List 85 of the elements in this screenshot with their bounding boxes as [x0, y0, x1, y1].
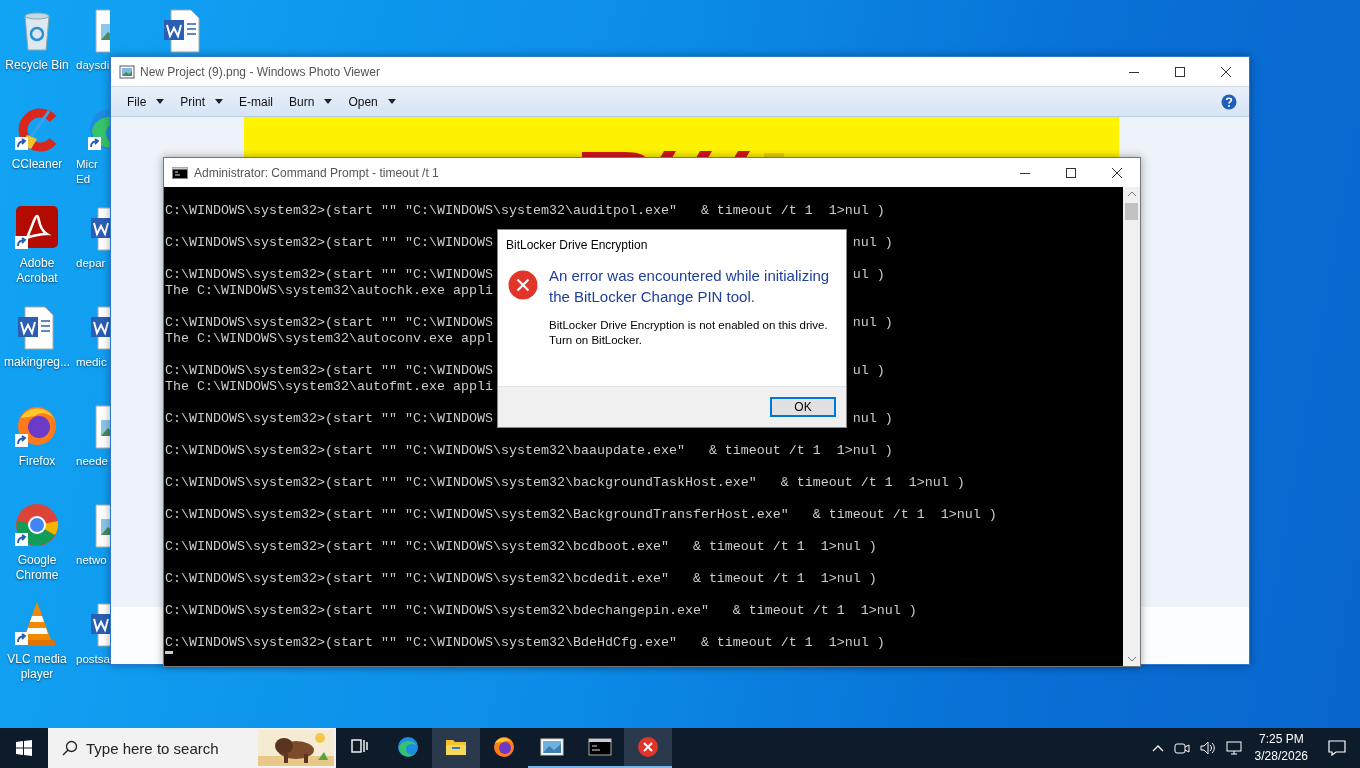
volume-icon[interactable] [1199, 740, 1216, 756]
maximize-icon[interactable] [1065, 166, 1077, 179]
caret-icon [324, 99, 333, 104]
caret-icon [387, 99, 396, 104]
close-icon[interactable] [1111, 166, 1123, 179]
toolbar-menu[interactable]: Open [340, 91, 404, 112]
console-line: The C:\WINDOWS\system32\autoconv.exe appl [165, 331, 493, 347]
icon-label: VLC media player [6, 652, 68, 682]
maximize-icon[interactable] [1174, 65, 1186, 78]
network-icon[interactable] [1225, 740, 1242, 756]
scroll-down-icon[interactable] [1126, 656, 1137, 662]
search-bar[interactable]: Type here to search [48, 728, 336, 768]
clock-time: 7:25 PM [1258, 731, 1304, 748]
icon-label: Adobe Acrobat [15, 256, 59, 286]
toolbar-menu[interactable]: Print [172, 91, 232, 112]
console-line: C:\WINDOWS\system32>(start "" "C:\WINDOWS [165, 363, 493, 379]
photo-viewer-icon [119, 63, 135, 80]
command-prompt-icon [172, 164, 188, 181]
command-prompt-icon [588, 735, 612, 759]
clock-date: 3/28/2026 [1254, 748, 1308, 765]
close-icon[interactable] [1220, 65, 1232, 78]
scrollbar-thumb[interactable] [1125, 203, 1138, 220]
windows-logo-icon[interactable] [16, 740, 32, 756]
icon-label: Google Chrome [14, 553, 60, 583]
ok-button[interactable]: OK [770, 397, 836, 417]
icon-label: Recycle Bin [5, 58, 69, 73]
console-line: C:\WINDOWS\system32>(start "" "C:\WINDOWS\system32\bcdedit.exe" & timeout /t 1 1>nul ) [165, 571, 877, 587]
toolbar-menu[interactable]: E-mail [231, 91, 282, 112]
taskbar-button[interactable] [432, 728, 480, 768]
console-line: C:\WINDOWS\system32>(start "" "C:\WINDOWS\system32\BdeHdCfg.exe" & timeout /t 1 1>nul ) [165, 635, 885, 651]
error-icon [508, 270, 538, 300]
console-line: The C:\WINDOWS\system32\autochk.exe appli [165, 283, 493, 299]
toolbar-menu[interactable]: File [119, 91, 173, 112]
clock[interactable]: 7:25 PM 3/28/2026 [1254, 731, 1308, 765]
icon-label: depar [76, 256, 107, 271]
console-line: C:\WINDOWS\system32>(start "" "C:\WINDOWS\system32\backgroundTaskHost.exe" & timeout /t 1 1>nul ) [165, 475, 965, 491]
console-line: ul ) [852, 267, 885, 283]
console-line: C:\WINDOWS\system32>(start "" "C:\WINDOWS [165, 267, 493, 283]
icon-label: Firefox [18, 454, 56, 469]
icon-label: postsa [76, 652, 110, 667]
console-line: C:\WINDOWS\system32>(start "" "C:\WINDOWS [165, 411, 493, 427]
console-line: C:\WINDOWS\system32>(start "" "C:\WINDOWS\system32\auditpol.exe" & timeout /t 1 1>nul ) [165, 203, 885, 219]
scroll-up-icon[interactable] [1126, 191, 1137, 197]
error-message: BitLocker Drive Encryption is not enabled on this drive. [549, 318, 829, 333]
toolbar-menu[interactable]: Burn [281, 91, 341, 112]
caret-icon [215, 99, 224, 104]
scrollbar[interactable] [1123, 187, 1140, 666]
icon-label: neede [76, 454, 109, 469]
caret-icon [156, 99, 165, 104]
chrome-icon[interactable] [13, 501, 61, 549]
window-title: New Project (9).png - Windows Photo Viewer [140, 64, 380, 79]
search-icon [62, 740, 78, 756]
icon-label: medic [76, 355, 108, 370]
console-line: C:\WINDOWS\system32>(start "" "C:\WINDOWS\system32\baaupdate.exe" & timeout /t 1 1>nul ) [165, 443, 893, 459]
console-line: nul ) [852, 315, 893, 331]
help-icon[interactable] [1221, 93, 1237, 110]
error-heading: An error was encountered while initializing the BitLocker Change PIN tool. [549, 266, 831, 307]
error-hint: Turn on BitLocker. [549, 333, 643, 348]
console-line: nul ) [852, 411, 893, 427]
console-line: C:\WINDOWS\system32>(start "" "C:\WINDOWS\system32\BackgroundTransferHost.exe" & timeout /t 1 1>nul ) [165, 507, 997, 523]
error-icon [636, 735, 660, 759]
search-field[interactable]: Type here to search [86, 739, 258, 757]
firefox-icon [492, 735, 516, 759]
console-line: The C:\WINDOWS\system32\autofmt.exe appli [165, 379, 493, 395]
icon-label: CCleaner [11, 157, 63, 172]
text-cursor [165, 651, 173, 654]
photo-viewer-icon [540, 735, 564, 759]
icon-label: Micr Ed [76, 157, 99, 187]
icon-label: netwo [76, 553, 108, 568]
notifications-icon[interactable] [1328, 740, 1346, 756]
console-line: C:\WINDOWS\system32>(start "" "C:\WINDOWS\system32\bdechangepin.exe" & timeout /t 1 1>nul ) [165, 603, 917, 619]
chevron-up-icon[interactable] [1151, 744, 1164, 752]
window-title: Administrator: Command Prompt - timeout /t 1 [194, 165, 439, 180]
console-line: C:\WINDOWS\system32>(start "" "C:\WINDOWS [165, 315, 493, 331]
console-line: nul ) [852, 235, 893, 251]
icon-label: makingreg... [4, 355, 70, 370]
acrobat-icon[interactable] [13, 204, 61, 252]
taskbar-button[interactable] [624, 728, 672, 768]
dialog-title: BitLocker Drive Encryption [505, 237, 649, 252]
camera-icon[interactable] [1173, 740, 1190, 756]
edge-icon [396, 735, 420, 759]
console-line: ul ) [852, 363, 885, 379]
console-line: C:\WINDOWS\system32>(start "" "C:\WINDOWS [165, 235, 493, 251]
console-line: C:\WINDOWS\system32>(start "" "C:\WINDOWS\system32\bcdboot.exe" & timeout /t 1 1>nul ) [165, 539, 877, 555]
icon-label: daysdi [76, 58, 110, 73]
